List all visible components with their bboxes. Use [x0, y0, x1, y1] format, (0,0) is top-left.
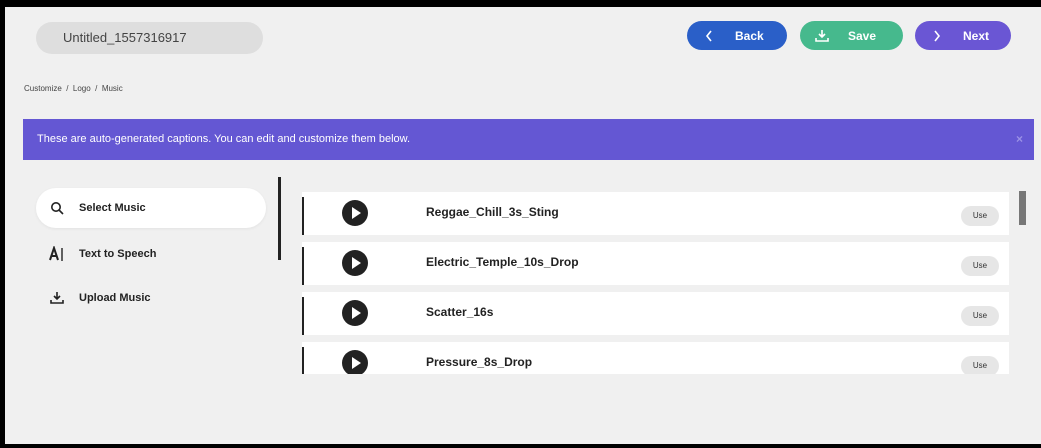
play-icon[interactable]: [342, 250, 368, 276]
track-accent-bar: [302, 247, 304, 285]
track-name: Scatter_16s: [426, 305, 494, 319]
use-button[interactable]: Use: [961, 256, 999, 276]
track-name: Electric_Temple_10s_Drop: [426, 255, 579, 269]
next-button[interactable]: Next: [915, 21, 1011, 50]
save-button-label: Save: [848, 28, 877, 43]
track-accent-bar: [302, 347, 304, 374]
use-button[interactable]: Use: [961, 206, 999, 226]
breadcrumb: Customize / Logo / Music: [24, 84, 123, 93]
next-button-label: Next: [963, 28, 990, 43]
chevron-left-icon: [701, 28, 717, 44]
save-button[interactable]: Save: [800, 21, 903, 50]
list-item: Pressure_8s_Drop Use: [302, 342, 1009, 374]
play-icon[interactable]: [342, 300, 368, 326]
sidebar-item-label: Upload Music: [79, 292, 151, 304]
sidebar-item-upload-music[interactable]: Upload Music: [36, 278, 266, 318]
track-accent-bar: [302, 197, 304, 235]
download-icon: [814, 28, 830, 44]
scrollbar-thumb[interactable]: [1019, 191, 1026, 225]
close-icon[interactable]: ×: [1016, 119, 1023, 160]
sidebar-item-label: Text to Speech: [79, 248, 157, 260]
sidebar-item-label: Select Music: [79, 202, 146, 214]
track-name: Pressure_8s_Drop: [426, 355, 533, 369]
search-icon: [49, 200, 65, 216]
back-button-label: Back: [735, 28, 764, 43]
text-to-speech-icon: [49, 246, 65, 262]
list-item: Reggae_Chill_3s_Sting Use: [302, 192, 1009, 235]
banner-message: These are auto-generated captions. You c…: [37, 133, 411, 145]
use-button[interactable]: Use: [961, 306, 999, 326]
app-window: Untitled_1557316917 Back Save Next Custo…: [5, 7, 1041, 444]
list-item: Scatter_16s Use: [302, 292, 1009, 335]
sidebar-item-text-to-speech[interactable]: Text to Speech: [36, 234, 266, 274]
track-name: Reggae_Chill_3s_Sting: [426, 205, 559, 219]
use-button[interactable]: Use: [961, 356, 999, 374]
caption-banner: These are auto-generated captions. You c…: [23, 119, 1034, 160]
chevron-right-icon: [929, 28, 945, 44]
play-icon[interactable]: [342, 200, 368, 226]
sidebar-item-select-music[interactable]: Select Music: [36, 188, 266, 228]
play-icon[interactable]: [342, 350, 368, 374]
track-accent-bar: [302, 297, 304, 335]
project-title-field[interactable]: Untitled_1557316917: [36, 22, 263, 54]
upload-icon: [49, 290, 65, 306]
back-button[interactable]: Back: [687, 21, 787, 50]
sidebar-divider: [278, 177, 281, 260]
music-track-list: Reggae_Chill_3s_Sting Use Electric_Templ…: [302, 192, 1009, 374]
list-item: Electric_Temple_10s_Drop Use: [302, 242, 1009, 285]
